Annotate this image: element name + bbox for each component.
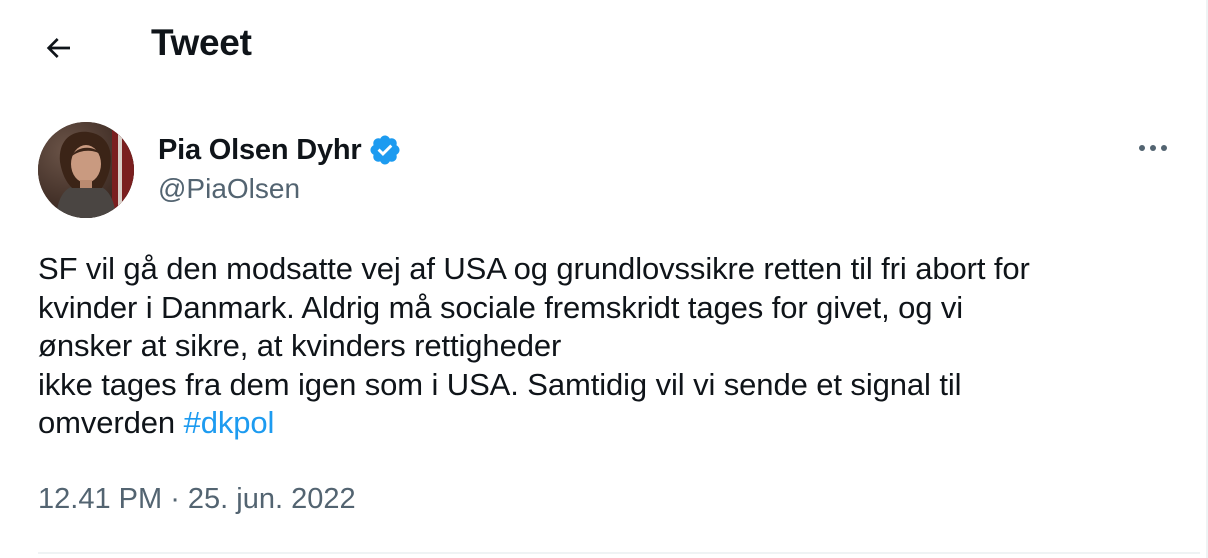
tweet-date[interactable]: 25. jun. 2022: [188, 483, 356, 515]
tweet-timestamp: 12.41 PM · 25. jun. 2022: [38, 483, 356, 516]
more-horizontal-icon: [1139, 145, 1167, 151]
profile-photo-icon: [38, 122, 134, 218]
verified-badge-icon: [369, 135, 400, 165]
back-button[interactable]: [30, 20, 86, 76]
display-name: Pia Olsen Dyhr: [158, 133, 362, 166]
tweet-line: omverden #dkpol: [38, 404, 1178, 443]
author-handle[interactable]: @PiaOlsen: [158, 173, 300, 205]
tweet-text: SF vil gå den modsatte vej af USA og gru…: [38, 250, 1178, 443]
tweet-text-segment: omverden: [38, 405, 184, 440]
avatar[interactable]: [38, 122, 134, 218]
page-title: Tweet: [151, 22, 252, 63]
author-name-link[interactable]: Pia Olsen Dyhr: [158, 130, 402, 170]
tweet-line: kvinder i Danmark. Aldrig må sociale fre…: [38, 289, 964, 325]
tweet-time[interactable]: 12.41 PM: [38, 483, 162, 515]
tweet-line: SF vil gå den modsatte vej af USA og gru…: [38, 251, 1030, 286]
tweet-page: Tweet Pia Olsen Dyhr @PiaOlsen SF vil gå…: [0, 0, 1208, 558]
divider: [38, 552, 1200, 554]
arrow-left-icon: [46, 38, 70, 58]
page-header: Tweet: [0, 0, 1200, 92]
tweet-line: ønsker at sikre, at kvinders rettigheder: [38, 328, 562, 363]
hashtag-link[interactable]: #dkpol: [184, 405, 275, 440]
tweet-line: ikke tages fra dem igen som i USA. Samti…: [38, 366, 962, 402]
more-options-button[interactable]: [1128, 128, 1178, 168]
timestamp-separator: ·: [162, 483, 188, 515]
